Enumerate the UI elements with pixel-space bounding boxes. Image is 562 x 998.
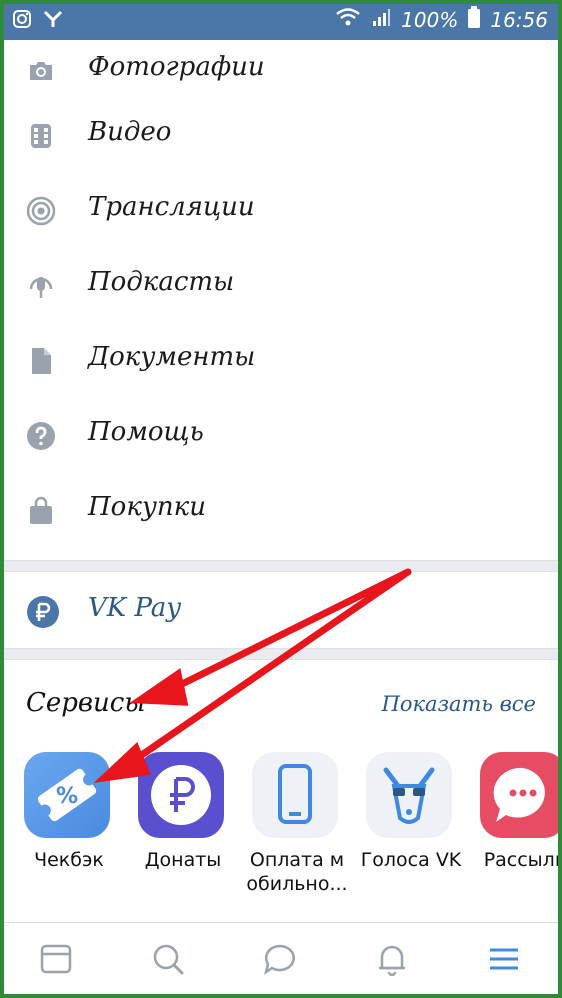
menu-item-shopping[interactable]: Покупки — [4, 480, 558, 540]
section-divider — [4, 560, 558, 572]
clock: 16:56 — [490, 7, 548, 32]
vkpay-label: VK Pay — [88, 593, 181, 623]
messages-icon[interactable] — [262, 941, 298, 977]
section-divider — [4, 648, 558, 660]
menu-item-label: Документы — [88, 342, 256, 372]
menu-item-label: Видео — [88, 117, 172, 147]
service-name: Оплата м обильно... — [246, 849, 348, 895]
menu-item-photos[interactable]: Фотографии — [4, 40, 558, 100]
votes-dog-icon — [366, 752, 452, 838]
service-name: Голоса VK — [360, 849, 462, 871]
document-icon — [26, 346, 56, 376]
svg-text:%: % — [56, 784, 78, 809]
battery-icon — [468, 6, 481, 33]
notifications-icon[interactable] — [374, 941, 410, 977]
menu-item-video[interactable]: Видео — [4, 105, 558, 165]
mobile-payment-icon — [252, 752, 338, 838]
menu-item-documents[interactable]: Документы — [4, 330, 558, 390]
service-cashback[interactable]: % Чекбэк — [10, 752, 120, 892]
battery-percent: 100% — [401, 7, 459, 32]
donate-ruble-icon — [138, 752, 224, 838]
service-votes[interactable]: Голоса VK — [352, 752, 462, 892]
menu-item-help[interactable]: Помощь — [4, 405, 558, 465]
menu-item-label: Трансляции — [88, 192, 255, 222]
service-name: Донаты — [144, 849, 222, 871]
search-icon[interactable] — [150, 941, 186, 977]
status-bar: 100% 16:56 — [0, 0, 562, 40]
bottom-navigation — [4, 922, 558, 995]
wifi-icon — [335, 7, 361, 32]
service-name: Чекбэк — [34, 849, 104, 871]
service-donate[interactable]: Донаты — [124, 752, 234, 892]
podcast-icon — [26, 271, 56, 301]
menu-item-podcasts[interactable]: Подкасты — [4, 255, 558, 315]
cashback-ticket-icon: % — [24, 752, 110, 838]
service-mobile-payment[interactable]: Оплата м обильно... — [238, 752, 348, 895]
menu-item-label: Помощь — [88, 417, 204, 447]
menu-item-live[interactable]: Трансляции — [4, 180, 558, 240]
service-newsletter[interactable]: Рассылк — [466, 752, 562, 892]
live-icon — [26, 196, 56, 226]
news-icon[interactable] — [38, 941, 74, 977]
notification-icon — [42, 9, 64, 33]
camera-icon — [26, 56, 56, 86]
shopping-bag-icon — [26, 496, 56, 526]
instagram-icon — [12, 9, 32, 33]
video-icon — [26, 121, 56, 151]
menu-item-label: Фотографии — [88, 52, 265, 82]
menu-item-label: Покупки — [88, 492, 206, 522]
ruble-icon — [26, 595, 60, 629]
services-header: Сервисы Показать все — [4, 680, 558, 730]
service-name: Рассылк — [483, 849, 562, 871]
services-title: Сервисы — [26, 688, 146, 718]
signal-icon — [371, 7, 391, 32]
menu-item-vkpay[interactable]: VK Pay — [4, 575, 558, 645]
menu-item-label: Подкасты — [88, 267, 235, 297]
newsletter-icon — [480, 752, 562, 838]
menu-icon[interactable] — [486, 941, 522, 977]
show-all-link[interactable]: Показать все — [382, 692, 536, 716]
help-icon — [26, 421, 56, 451]
